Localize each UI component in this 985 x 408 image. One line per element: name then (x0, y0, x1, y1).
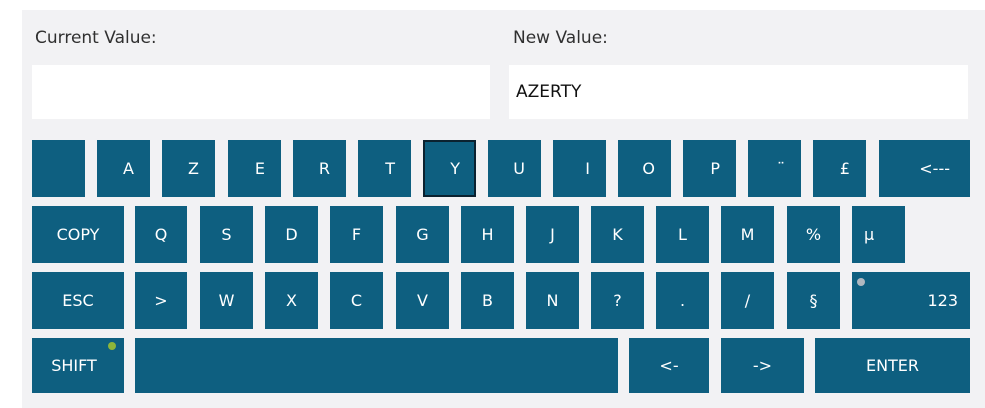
key-b[interactable]: B (461, 272, 514, 329)
cursor-left-key[interactable]: <- (629, 338, 709, 393)
key-n[interactable]: N (526, 272, 579, 329)
current-value-field (32, 65, 490, 119)
key-g[interactable]: G (396, 206, 449, 263)
key-t[interactable]: T (358, 140, 411, 197)
key-s[interactable]: S (200, 206, 253, 263)
cursor-right-key[interactable]: -> (721, 338, 804, 393)
key-z[interactable]: Z (162, 140, 215, 197)
key-section[interactable]: § (787, 272, 840, 329)
key-j[interactable]: J (526, 206, 579, 263)
key-question[interactable]: ? (591, 272, 644, 329)
key-diaeresis[interactable]: ¨ (748, 140, 801, 197)
key-period[interactable]: . (656, 272, 709, 329)
key-x[interactable]: X (265, 272, 318, 329)
key-u[interactable]: U (488, 140, 541, 197)
new-value-label: New Value: (513, 28, 608, 48)
shift-indicator-dot (108, 342, 116, 350)
key-l[interactable]: L (656, 206, 709, 263)
key-q[interactable]: Q (135, 206, 187, 263)
key-o[interactable]: O (618, 140, 671, 197)
key-blank[interactable] (32, 140, 85, 197)
key-y[interactable]: Y (423, 140, 476, 197)
backspace-key[interactable]: <--- (879, 140, 970, 197)
numeric-indicator-dot (857, 278, 865, 286)
copy-key[interactable]: COPY (32, 206, 124, 263)
key-i[interactable]: I (553, 140, 606, 197)
key-e[interactable]: E (228, 140, 281, 197)
key-k[interactable]: K (591, 206, 644, 263)
space-bar[interactable] (135, 338, 618, 393)
key-percent[interactable]: % (787, 206, 840, 263)
key-c[interactable]: C (330, 272, 383, 329)
key-p[interactable]: P (683, 140, 736, 197)
esc-key[interactable]: ESC (32, 272, 124, 329)
numeric-123-key[interactable]: 123 (852, 272, 970, 329)
key-greater-than[interactable]: > (135, 272, 187, 329)
key-v[interactable]: V (396, 272, 449, 329)
current-value-label: Current Value: (35, 28, 157, 48)
key-a[interactable]: A (97, 140, 150, 197)
key-f[interactable]: F (330, 206, 383, 263)
key-m[interactable]: M (721, 206, 774, 263)
key-h[interactable]: H (461, 206, 514, 263)
enter-key[interactable]: ENTER (815, 338, 970, 393)
key-pound[interactable]: £ (813, 140, 866, 197)
new-value-field[interactable]: AZERTY (509, 65, 968, 119)
key-r[interactable]: R (293, 140, 346, 197)
key-w[interactable]: W (200, 272, 253, 329)
key-d[interactable]: D (265, 206, 318, 263)
key-micro[interactable]: µ (852, 206, 905, 263)
key-slash[interactable]: / (721, 272, 774, 329)
